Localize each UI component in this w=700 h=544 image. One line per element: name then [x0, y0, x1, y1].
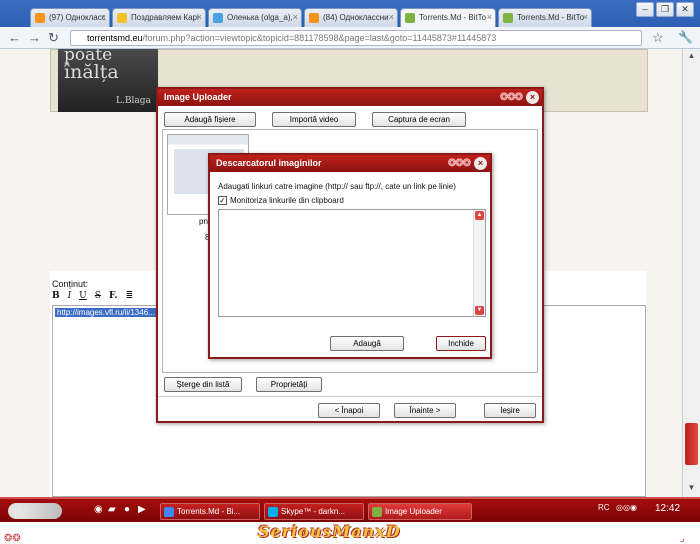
restore-button[interactable]: ❐	[656, 2, 674, 17]
window-controls: – ❐ ✕	[636, 2, 694, 17]
underline-button[interactable]: U	[79, 291, 87, 301]
tab-close-icon[interactable]: ×	[293, 12, 298, 22]
reload-icon[interactable]: ↻	[48, 30, 59, 46]
close-icon[interactable]: ×	[526, 91, 539, 104]
image-downloader-dialog: Descarcatorul imaginilor ❂❂❂ × Adaugati …	[208, 153, 492, 359]
taskbar-uploader-button[interactable]: Image Uploader	[368, 503, 472, 520]
forward-icon[interactable]: →	[28, 30, 41, 46]
scroll-down-icon[interactable]: ▼	[685, 483, 698, 495]
address-bar[interactable]: torrentsmd.eu/forum.php?action=viewtopic…	[70, 30, 642, 46]
tab-close-icon[interactable]: ×	[583, 12, 588, 22]
scroll-down-icon[interactable]: ▼	[475, 306, 484, 315]
add-files-button[interactable]: Adaugă fișiere	[164, 112, 256, 127]
editor-toolbar: B I U S F. ≣	[52, 291, 133, 301]
media-player-icon[interactable]: ▶	[138, 504, 146, 515]
monitor-clipboard-label: Monitoriza linkurile din clipboard	[230, 196, 344, 205]
odnoklassniki-icon	[35, 13, 45, 23]
torrentsmd-icon[interactable]: ▰	[108, 504, 116, 515]
sun-icon	[117, 13, 127, 23]
browser-tab[interactable]: (84) Одноклассни ×	[304, 8, 398, 27]
exit-button[interactable]: Ieșire	[484, 403, 536, 418]
content-label: Conținut:	[52, 279, 89, 289]
checkbox[interactable]: ✓	[218, 196, 227, 205]
minimize-button[interactable]: –	[636, 2, 654, 17]
back-icon[interactable]: ←	[8, 30, 21, 46]
downloader-titlebar[interactable]: Descarcatorul imaginilor ❂❂❂ ×	[210, 155, 490, 172]
chrome-icon	[164, 507, 174, 517]
profile-icon	[213, 13, 223, 23]
browser-toolbar: ← → ↻ torrentsmd.eu/forum.php?action=vie…	[0, 27, 700, 49]
tab-close-icon[interactable]: ×	[487, 12, 492, 22]
scroll-up-icon[interactable]: ▲	[475, 211, 484, 220]
selected-link-text: http://images.vfl.ru/ii/1346...	[55, 308, 157, 317]
skype-icon	[268, 507, 278, 517]
resize-grip-icon: ⌟	[680, 533, 685, 544]
taskbar-skype-button[interactable]: Skype™ - darkn...	[264, 503, 364, 520]
screen-capture-button[interactable]: Captura de ecran	[372, 112, 466, 127]
delete-from-list-button[interactable]: Șterge din listă	[164, 377, 242, 392]
clock[interactable]: 12:42	[655, 503, 680, 514]
watermark-signature: SeriousManxD	[258, 522, 401, 541]
properties-button[interactable]: Proprietăți	[256, 377, 322, 392]
start-button[interactable]	[8, 503, 62, 519]
divider	[158, 396, 542, 397]
next-button[interactable]: Înainte >	[394, 403, 456, 418]
taskbar: ◉ ▰ ● ▶ Torrents.Md - Bi... Skype™ - dar…	[0, 497, 700, 522]
watermark-footer: ❂❂ SeriousManxD ⌟	[0, 522, 700, 544]
close-icon[interactable]: ×	[474, 157, 487, 170]
odnoklassniki-icon	[309, 13, 319, 23]
back-button[interactable]: < Înapoi	[318, 403, 380, 418]
firefox-icon[interactable]: ◉	[94, 504, 103, 515]
uploader-icon	[372, 507, 382, 517]
textarea-scrollbar[interactable]: ▲ ▼	[473, 210, 485, 316]
downloader-title: Descarcatorul imaginilor	[216, 158, 322, 168]
torrentsmd-icon	[503, 13, 513, 23]
uploader-titlebar[interactable]: Image Uploader ❂❂❂ ×	[158, 89, 542, 106]
browser-tab[interactable]: Torrents.Md - BitTo ×	[498, 8, 592, 27]
swirl-ornament-icon: ❂❂❂	[447, 158, 471, 169]
tab-close-icon[interactable]: ×	[197, 12, 202, 22]
url-host: torrentsmd.eu	[87, 33, 143, 43]
bookmark-star-icon[interactable]: ☆	[652, 30, 664, 46]
align-button[interactable]: ≣	[126, 291, 134, 301]
monitor-clipboard-checkbox[interactable]: ✓ Monitoriza linkurile din clipboard	[218, 196, 344, 205]
browser-tab[interactable]: (97) Одноклассни ×	[30, 8, 110, 27]
tab-close-icon[interactable]: ×	[389, 12, 394, 22]
wrench-icon[interactable]: 🔧	[678, 30, 693, 44]
torrentsmd-icon	[405, 13, 415, 23]
swirl-ornament-icon: ❂❂	[4, 533, 21, 544]
close-button[interactable]: ✕	[676, 2, 694, 17]
add-button[interactable]: Adaugă	[330, 336, 404, 351]
close-dialog-button[interactable]: Inchide	[436, 336, 486, 351]
url-path: /forum.php?action=viewtopic&topicid=8811…	[142, 33, 497, 43]
opera-icon[interactable]: ●	[124, 504, 130, 515]
italic-button[interactable]: I	[68, 291, 72, 301]
language-indicator[interactable]: RC	[598, 503, 610, 512]
page-scrollbar[interactable]: ▲ ▼	[682, 49, 700, 497]
scroll-up-icon[interactable]: ▲	[685, 51, 698, 63]
browser-tabstrip: (97) Одноклассни × Поздравляем Карі × Ол…	[0, 0, 700, 27]
browser-tab[interactable]: Поздравляем Карі ×	[112, 8, 206, 27]
font-button[interactable]: F.	[109, 291, 118, 301]
links-textarea[interactable]: ▲ ▼	[218, 209, 486, 317]
instructions-text: Adaugati linkuri catre imagine (http:// …	[218, 182, 456, 191]
tab-close-icon[interactable]: ×	[101, 12, 106, 22]
browser-tab-active[interactable]: Torrents.Md - BitTo ×	[400, 8, 496, 27]
swirl-ornament-icon: ❂❂❂	[499, 92, 523, 103]
import-video-button[interactable]: Importă video	[272, 112, 356, 127]
bold-button[interactable]: B	[52, 291, 60, 301]
tray-icons[interactable]: ◎◎◉	[616, 503, 637, 512]
browser-tab[interactable]: Оленька (olga_a), ×	[208, 8, 302, 27]
uploader-title: Image Uploader	[164, 92, 232, 102]
strike-button[interactable]: S	[95, 291, 101, 301]
taskbar-chrome-button[interactable]: Torrents.Md - Bi...	[160, 503, 260, 520]
site-logo: poate înălța L.Blaga	[58, 49, 158, 112]
scrollbar-thumb[interactable]	[685, 423, 698, 465]
